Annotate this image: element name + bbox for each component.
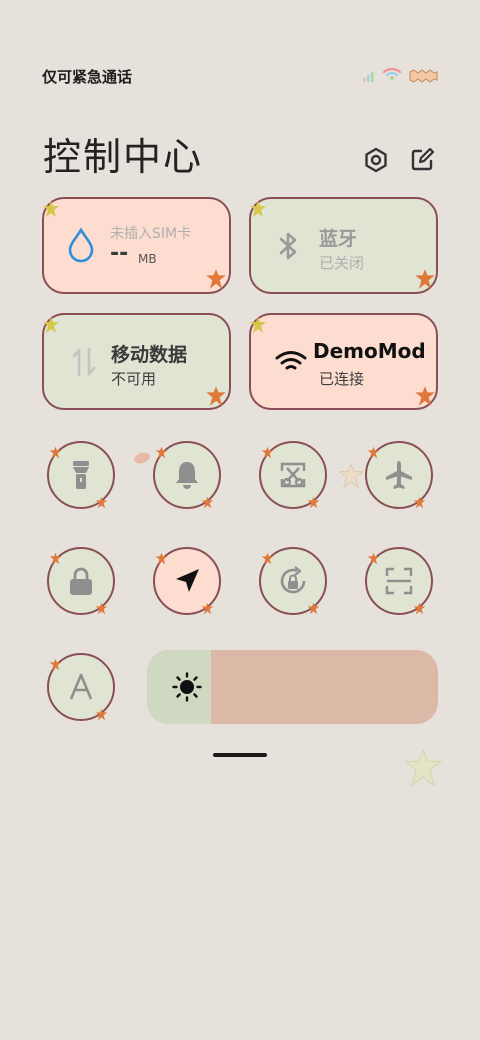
leaf-decoration-icon — [250, 317, 266, 333]
leaf-decoration-icon — [43, 317, 59, 333]
bell-icon — [176, 462, 198, 489]
mobile-data-status: 不可用 — [111, 370, 157, 388]
font-a-icon — [69, 673, 93, 700]
leaf-decoration-icon — [367, 446, 380, 459]
falling-leaf-icon — [134, 452, 150, 464]
wifi-network-name: DemoMod — [313, 339, 426, 363]
bluetooth-icon — [279, 232, 297, 260]
data-usage-value: -- — [110, 241, 129, 266]
bluetooth-tile[interactable]: 蓝牙 已关闭 — [249, 197, 438, 294]
leaf-decoration-icon — [95, 496, 108, 509]
wifi-icon — [383, 68, 401, 80]
leaf-decoration-icon — [250, 201, 266, 217]
location-arrow-icon — [176, 569, 199, 592]
leaf-decoration-icon — [49, 552, 62, 565]
leaf-decoration-icon — [155, 446, 168, 459]
data-usage-unit: MB — [138, 252, 157, 266]
airplane-icon — [386, 461, 412, 489]
mobile-data-title: 移动数据 — [111, 344, 188, 366]
falling-leaf-icon — [338, 463, 364, 489]
leaf-decoration-icon — [95, 708, 108, 721]
edit-icon — [411, 147, 435, 171]
leaf-decoration-icon — [307, 496, 320, 509]
mobile-data-tile[interactable]: 移动数据 不可用 — [42, 313, 231, 410]
wifi-tile[interactable]: DemoMod 已连接 — [249, 313, 438, 410]
signal-icon — [363, 72, 374, 82]
status-carrier-text: 仅可紧急通话 — [42, 68, 133, 86]
leaf-decoration-icon — [201, 602, 214, 615]
flashlight-icon — [73, 461, 89, 489]
leaf-decoration-icon — [413, 602, 426, 615]
bluetooth-title: 蓝牙 — [319, 228, 358, 250]
home-indicator[interactable] — [213, 753, 267, 757]
screenshot-icon — [280, 462, 306, 488]
falling-leaf-icon — [403, 748, 443, 788]
leaf-decoration-icon — [415, 269, 435, 289]
leaf-decoration-icon — [206, 386, 226, 406]
leaf-decoration-icon — [415, 386, 435, 406]
leaf-decoration-icon — [155, 552, 168, 565]
leaf-decoration-icon — [95, 602, 108, 615]
wifi-icon — [275, 351, 307, 370]
leaf-decoration-icon — [261, 446, 274, 459]
status-icons — [360, 66, 440, 86]
sun-icon — [172, 672, 202, 702]
leaf-decoration-icon — [413, 496, 426, 509]
sim-data-tile[interactable]: 未插入SIM卡 -- MB — [42, 197, 231, 294]
water-drop-icon — [68, 227, 94, 263]
edit-button[interactable] — [405, 143, 439, 177]
battery-icon — [409, 69, 438, 83]
leaf-decoration-icon — [307, 602, 320, 615]
sim-status-text: 未插入SIM卡 — [110, 226, 192, 242]
leaf-decoration-icon — [49, 446, 62, 459]
leaf-decoration-icon — [206, 269, 226, 289]
bluetooth-status: 已关闭 — [319, 254, 365, 272]
settings-button[interactable] — [359, 143, 393, 177]
rotation-lock-icon — [280, 566, 306, 594]
leaf-decoration-icon — [367, 552, 380, 565]
leaf-decoration-icon — [201, 496, 214, 509]
leaf-decoration-icon — [43, 201, 59, 217]
leaf-decoration-icon — [49, 658, 62, 671]
page-title: 控制中心 — [43, 135, 204, 179]
settings-hexagon-icon — [365, 147, 387, 173]
leaf-decoration-icon — [261, 552, 274, 565]
scan-icon — [385, 567, 413, 595]
data-transfer-icon — [72, 347, 96, 377]
lock-icon — [70, 567, 92, 595]
brightness-slider[interactable] — [147, 650, 438, 724]
wifi-status: 已连接 — [319, 370, 365, 388]
